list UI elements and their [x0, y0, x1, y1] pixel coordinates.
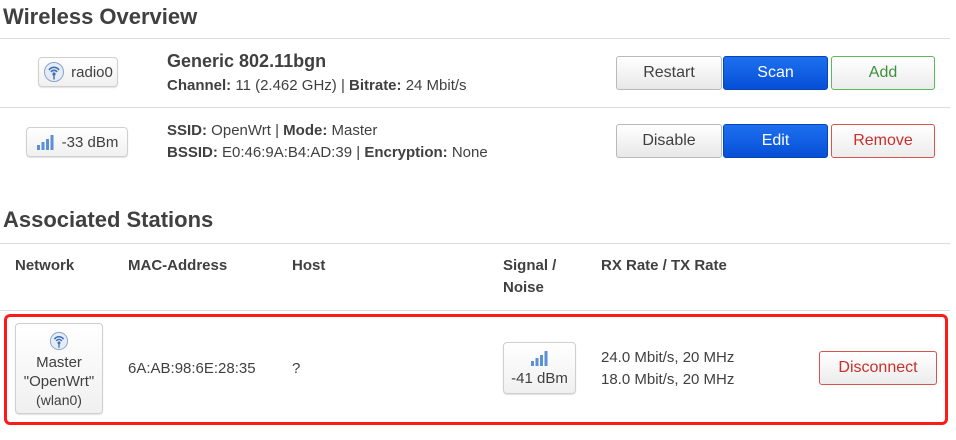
disable-button[interactable]: Disable [616, 124, 722, 158]
associated-stations-heading: Associated Stations [3, 207, 214, 232]
remove-button[interactable]: Remove [831, 124, 935, 158]
signal-bars-icon [36, 133, 56, 151]
mode-value: Master [327, 122, 378, 139]
channel-value: 11 (2.462 GHz) | [231, 77, 350, 94]
scan-button[interactable]: Scan [723, 56, 828, 90]
bssid-line: BSSID: E0:46:9A:B4:AD:39 | Encryption: N… [167, 144, 488, 161]
restart-button[interactable]: Restart [616, 56, 722, 90]
bssid-value: E0:46:9A:B4:AD:39 | [217, 144, 365, 161]
column-host: Host [292, 257, 326, 274]
edit-button[interactable]: Edit [723, 124, 828, 158]
radio-badge: radio0 [38, 57, 118, 87]
device-details: Channel: 11 (2.462 GHz) | Bitrate: 24 Mb… [167, 77, 467, 94]
ssid-label: SSID: [167, 122, 208, 139]
device-title: Generic 802.11bgn [167, 51, 327, 71]
column-signal-line1: Signal / [503, 257, 557, 274]
mode-label: Mode: [283, 122, 328, 139]
bitrate-label: Bitrate: [349, 77, 402, 94]
divider [0, 107, 950, 108]
column-mac: MAC-Address [128, 257, 228, 274]
ssid-value: OpenWrt | [207, 122, 284, 139]
encryption-value: None [447, 144, 488, 161]
wireless-overview-heading: Wireless Overview [3, 4, 198, 29]
signal-badge: -33 dBm [26, 127, 128, 157]
signal-value: -33 dBm [61, 133, 119, 151]
channel-label: Channel: [167, 77, 232, 94]
bssid-label: BSSID: [167, 144, 218, 161]
ssid-line: SSID: OpenWrt | Mode: Master [167, 122, 377, 139]
column-network: Network [15, 257, 75, 274]
divider [0, 310, 950, 311]
radio-name: radio0 [71, 63, 113, 81]
column-rate: RX Rate / TX Rate [601, 257, 727, 274]
column-signal-line2: Noise [503, 279, 544, 296]
add-button[interactable]: Add [831, 56, 935, 90]
column-signal: Signal / Noise [503, 255, 556, 299]
divider [0, 38, 950, 39]
encryption-label: Encryption: [364, 144, 448, 161]
row-highlight-frame [4, 314, 948, 425]
bitrate-value: 24 Mbit/s [401, 77, 467, 94]
divider [0, 243, 950, 244]
wifi-radio-icon [43, 61, 65, 83]
